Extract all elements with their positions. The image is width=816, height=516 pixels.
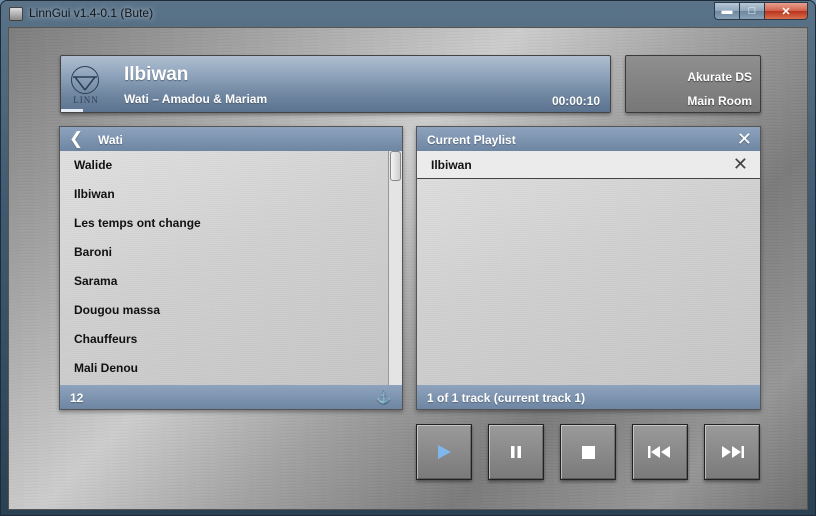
play-icon <box>438 445 451 459</box>
list-item[interactable]: Sarama <box>60 267 390 296</box>
chevron-left-icon[interactable]: ❮ <box>69 129 83 149</box>
pause-button[interactable] <box>488 424 544 480</box>
list-item[interactable]: Les temps ont change <box>60 209 390 238</box>
track-artist-album: Wati – Amadou & Mariam <box>124 92 268 106</box>
track-time: 00:00:10 <box>551 94 600 108</box>
playlist-item[interactable]: Ilbiwan ✕ <box>417 151 760 179</box>
close-icon[interactable]: ✕ <box>737 129 752 149</box>
title-bar[interactable]: LinnGui v1.4-0.1 (Bute) ▬ □ ✕ <box>1 1 815 27</box>
playlist-status: 1 of 1 track (current track 1) <box>427 391 586 405</box>
window-controls: ▬ □ ✕ <box>714 2 808 20</box>
playlist-list-area: Ilbiwan ✕ <box>417 151 760 385</box>
logo-text: LINN <box>73 95 99 105</box>
playlist-header: Current Playlist ✕ <box>417 127 760 151</box>
playlist-footer: 1 of 1 track (current track 1) <box>417 385 760 409</box>
now-playing-panel[interactable]: LINN Ilbiwan Wati – Amadou & Mariam 00:0… <box>60 55 611 113</box>
track-count: 12 <box>70 391 84 405</box>
app-window: LinnGui v1.4-0.1 (Bute) ▬ □ ✕ LINN Ilbiw… <box>0 0 816 516</box>
stop-button[interactable] <box>560 424 616 480</box>
device-name: Akurate DS <box>687 70 752 84</box>
browser-title[interactable]: Wati <box>98 133 123 147</box>
maximize-icon: □ <box>748 5 756 17</box>
skip-previous-icon <box>648 446 670 458</box>
play-button[interactable] <box>416 424 472 480</box>
anchor-icon[interactable]: ⚓ <box>376 389 392 405</box>
logo-v-icon <box>73 76 97 91</box>
progress-bar[interactable] <box>61 109 83 112</box>
album-browser: ❮ Wati Walide Ilbiwan Les temps ont change… <box>59 126 403 410</box>
room-name: Main Room <box>687 94 752 108</box>
stop-icon <box>581 445 595 459</box>
app-icon <box>9 7 23 21</box>
pause-icon <box>511 446 521 458</box>
linn-logo: LINN <box>69 66 103 105</box>
list-item[interactable]: Dougou massa <box>60 296 390 325</box>
window-title: LinnGui v1.4-0.1 (Bute) <box>29 6 154 20</box>
skip-next-icon <box>722 446 744 458</box>
scroll-thumb[interactable] <box>390 151 401 181</box>
track-title: Ilbiwan <box>124 64 189 85</box>
device-selector[interactable]: Akurate DS Main Room <box>625 55 761 113</box>
minimize-icon: ▬ <box>721 5 733 17</box>
previous-button[interactable] <box>632 424 688 480</box>
remove-icon[interactable]: ✕ <box>733 153 748 175</box>
list-item[interactable]: Mali Denou <box>60 354 390 383</box>
playlist-panel: Current Playlist ✕ Ilbiwan ✕ 1 of 1 trac… <box>416 126 761 410</box>
scrollbar[interactable] <box>388 151 402 385</box>
next-button[interactable] <box>704 424 760 480</box>
list-item[interactable]: Walide <box>60 151 390 180</box>
close-window-button[interactable]: ✕ <box>765 2 808 20</box>
client-area: LINN Ilbiwan Wati – Amadou & Mariam 00:0… <box>8 27 808 510</box>
minimize-button[interactable]: ▬ <box>714 2 740 20</box>
list-item[interactable]: Chauffeurs <box>60 325 390 354</box>
browser-header: ❮ Wati <box>60 127 402 151</box>
list-item[interactable]: Baroni <box>60 238 390 267</box>
close-icon: ✕ <box>781 5 791 18</box>
browser-footer: 12 ⚓ <box>60 385 402 409</box>
maximize-button[interactable]: □ <box>740 2 765 20</box>
playlist-title: Current Playlist <box>427 133 516 147</box>
track-list: Walide Ilbiwan Les temps ont change Baroni S… <box>60 151 390 383</box>
playlist-item-title: Ilbiwan <box>431 158 472 172</box>
list-item[interactable]: Ilbiwan <box>60 180 390 209</box>
browser-list-area: Walide Ilbiwan Les temps ont change Baroni S… <box>60 151 402 385</box>
